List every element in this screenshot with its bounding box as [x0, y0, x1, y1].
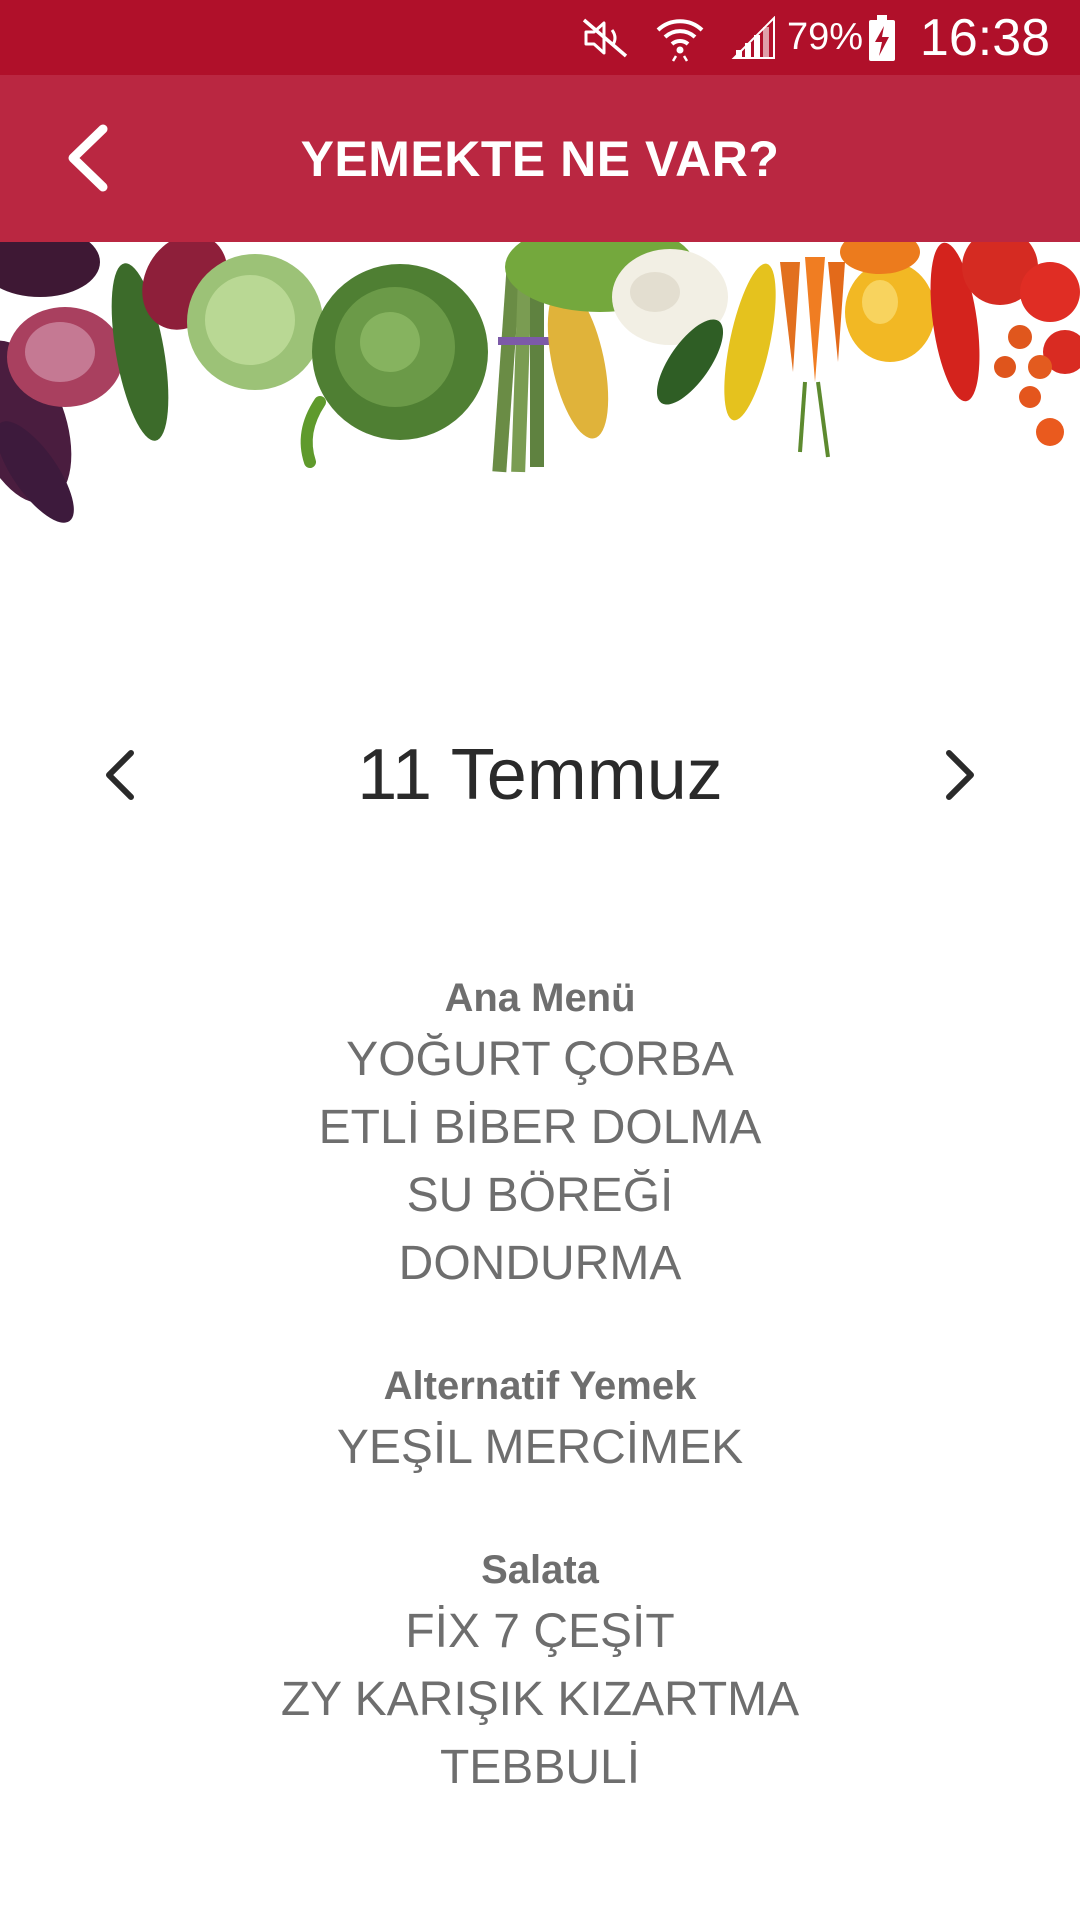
clock: 16:38 [919, 8, 1051, 67]
menu-item: DONDURMA [398, 1237, 682, 1290]
status-bar: 79% 16:38 [0, 0, 1080, 75]
next-day-button[interactable] [920, 737, 1000, 813]
vegetables-banner-image [0, 242, 1080, 532]
current-date: 11 Temmuz [357, 735, 723, 815]
signal-icon [725, 0, 780, 75]
menu-item: SU BÖREĞİ [406, 1169, 674, 1222]
chevron-left-icon [106, 750, 134, 800]
menu-item: TEBBULİ [439, 1741, 641, 1794]
app-screen: 79% 16:38 YEMEKTE NE VAR? 11 Temmuz Ana … [0, 0, 1080, 1920]
date-navigation: 11 Temmuz [0, 715, 1080, 835]
menu-item: ZY KARIŞIK KIZARTMA [280, 1673, 800, 1726]
chevron-right-icon [946, 750, 974, 800]
menu-list: Ana Menü YOĞURT ÇORBA ETLİ BİBER DOLMA S… [0, 970, 1080, 1862]
section-title: Alternatif Yemek [383, 1364, 697, 1408]
menu-section-salata: Salata FİX 7 ÇEŞİT ZY KARIŞIK KIZARTMA T… [0, 1542, 1080, 1802]
battery-charging-icon [862, 0, 902, 75]
wifi-icon [650, 0, 710, 75]
menu-item: FİX 7 ÇEŞİT [405, 1605, 675, 1658]
menu-section-alternatif: Alternatif Yemek YEŞİL MERCİMEK [0, 1358, 1080, 1482]
battery-percent: 79% [786, 16, 864, 58]
menu-section-ana: Ana Menü YOĞURT ÇORBA ETLİ BİBER DOLMA S… [0, 970, 1080, 1298]
previous-day-button[interactable] [80, 737, 160, 813]
menu-item: YEŞİL MERCİMEK [336, 1421, 744, 1474]
section-title: Salata [481, 1548, 599, 1592]
back-button[interactable] [48, 115, 128, 200]
section-title: Ana Menü [444, 976, 636, 1020]
app-bar: YEMEKTE NE VAR? [0, 75, 1080, 242]
chevron-left-icon [68, 124, 108, 191]
menu-item: ETLİ BİBER DOLMA [318, 1101, 762, 1154]
menu-item: YOĞURT ÇORBA [346, 1033, 734, 1086]
page-title: YEMEKTE NE VAR? [300, 130, 780, 187]
mute-icon [578, 0, 632, 75]
